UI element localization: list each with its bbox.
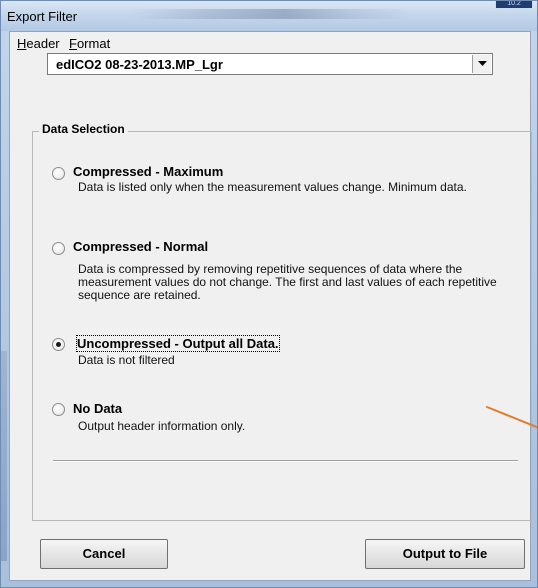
data-selection-label: Data Selection — [39, 122, 128, 136]
menu-format-accelerator: F — [69, 36, 77, 51]
export-filter-window: Export Filter 10.2 Header Format edICO2 … — [0, 0, 538, 588]
radio-uncompressed[interactable] — [52, 338, 65, 351]
menu-format-rest: ormat — [76, 36, 111, 51]
option-title-compressed-normal[interactable]: Compressed - Normal — [73, 239, 208, 254]
option-desc-no-data: Output header information only. — [78, 419, 246, 433]
menu-header[interactable]: Header — [17, 36, 60, 51]
menu-format[interactable]: Format — [69, 36, 110, 51]
radio-compressed-maximum[interactable] — [52, 167, 65, 180]
option-desc-uncompressed: Data is not filtered — [78, 353, 175, 367]
menu-bar: Header Format — [10, 32, 530, 54]
title-bar-glass — [131, 9, 411, 19]
radio-no-data[interactable] — [52, 403, 65, 416]
chevron-down-icon — [478, 61, 487, 66]
radio-compressed-normal[interactable] — [52, 242, 65, 255]
title-bar: Export Filter 10.2 — [1, 1, 537, 31]
option-desc-compressed-maximum: Data is listed only when the measurement… — [78, 180, 467, 194]
menu-header-accelerator: H — [17, 36, 27, 51]
menu-header-rest: eader — [26, 36, 60, 51]
option-desc-compressed-normal: Data is compressed by removing repetitiv… — [78, 262, 497, 302]
file-select-dropdown[interactable]: edICO2 08-23-2013.MP_Lgr — [47, 53, 493, 75]
option-title-compressed-maximum[interactable]: Compressed - Maximum — [73, 164, 223, 179]
output-to-file-button[interactable]: Output to File — [365, 539, 525, 569]
window-left-edge — [1, 351, 7, 561]
cancel-button[interactable]: Cancel — [40, 539, 168, 569]
dropdown-button[interactable] — [472, 55, 491, 73]
corner-badge: 10.2 — [495, 1, 533, 9]
file-select-value: edICO2 08-23-2013.MP_Lgr — [56, 57, 223, 72]
option-title-uncompressed[interactable]: Uncompressed - Output all Data. — [76, 335, 280, 352]
group-separator — [53, 460, 518, 462]
window-title: Export Filter — [7, 9, 78, 24]
option-title-no-data[interactable]: No Data — [73, 401, 122, 416]
